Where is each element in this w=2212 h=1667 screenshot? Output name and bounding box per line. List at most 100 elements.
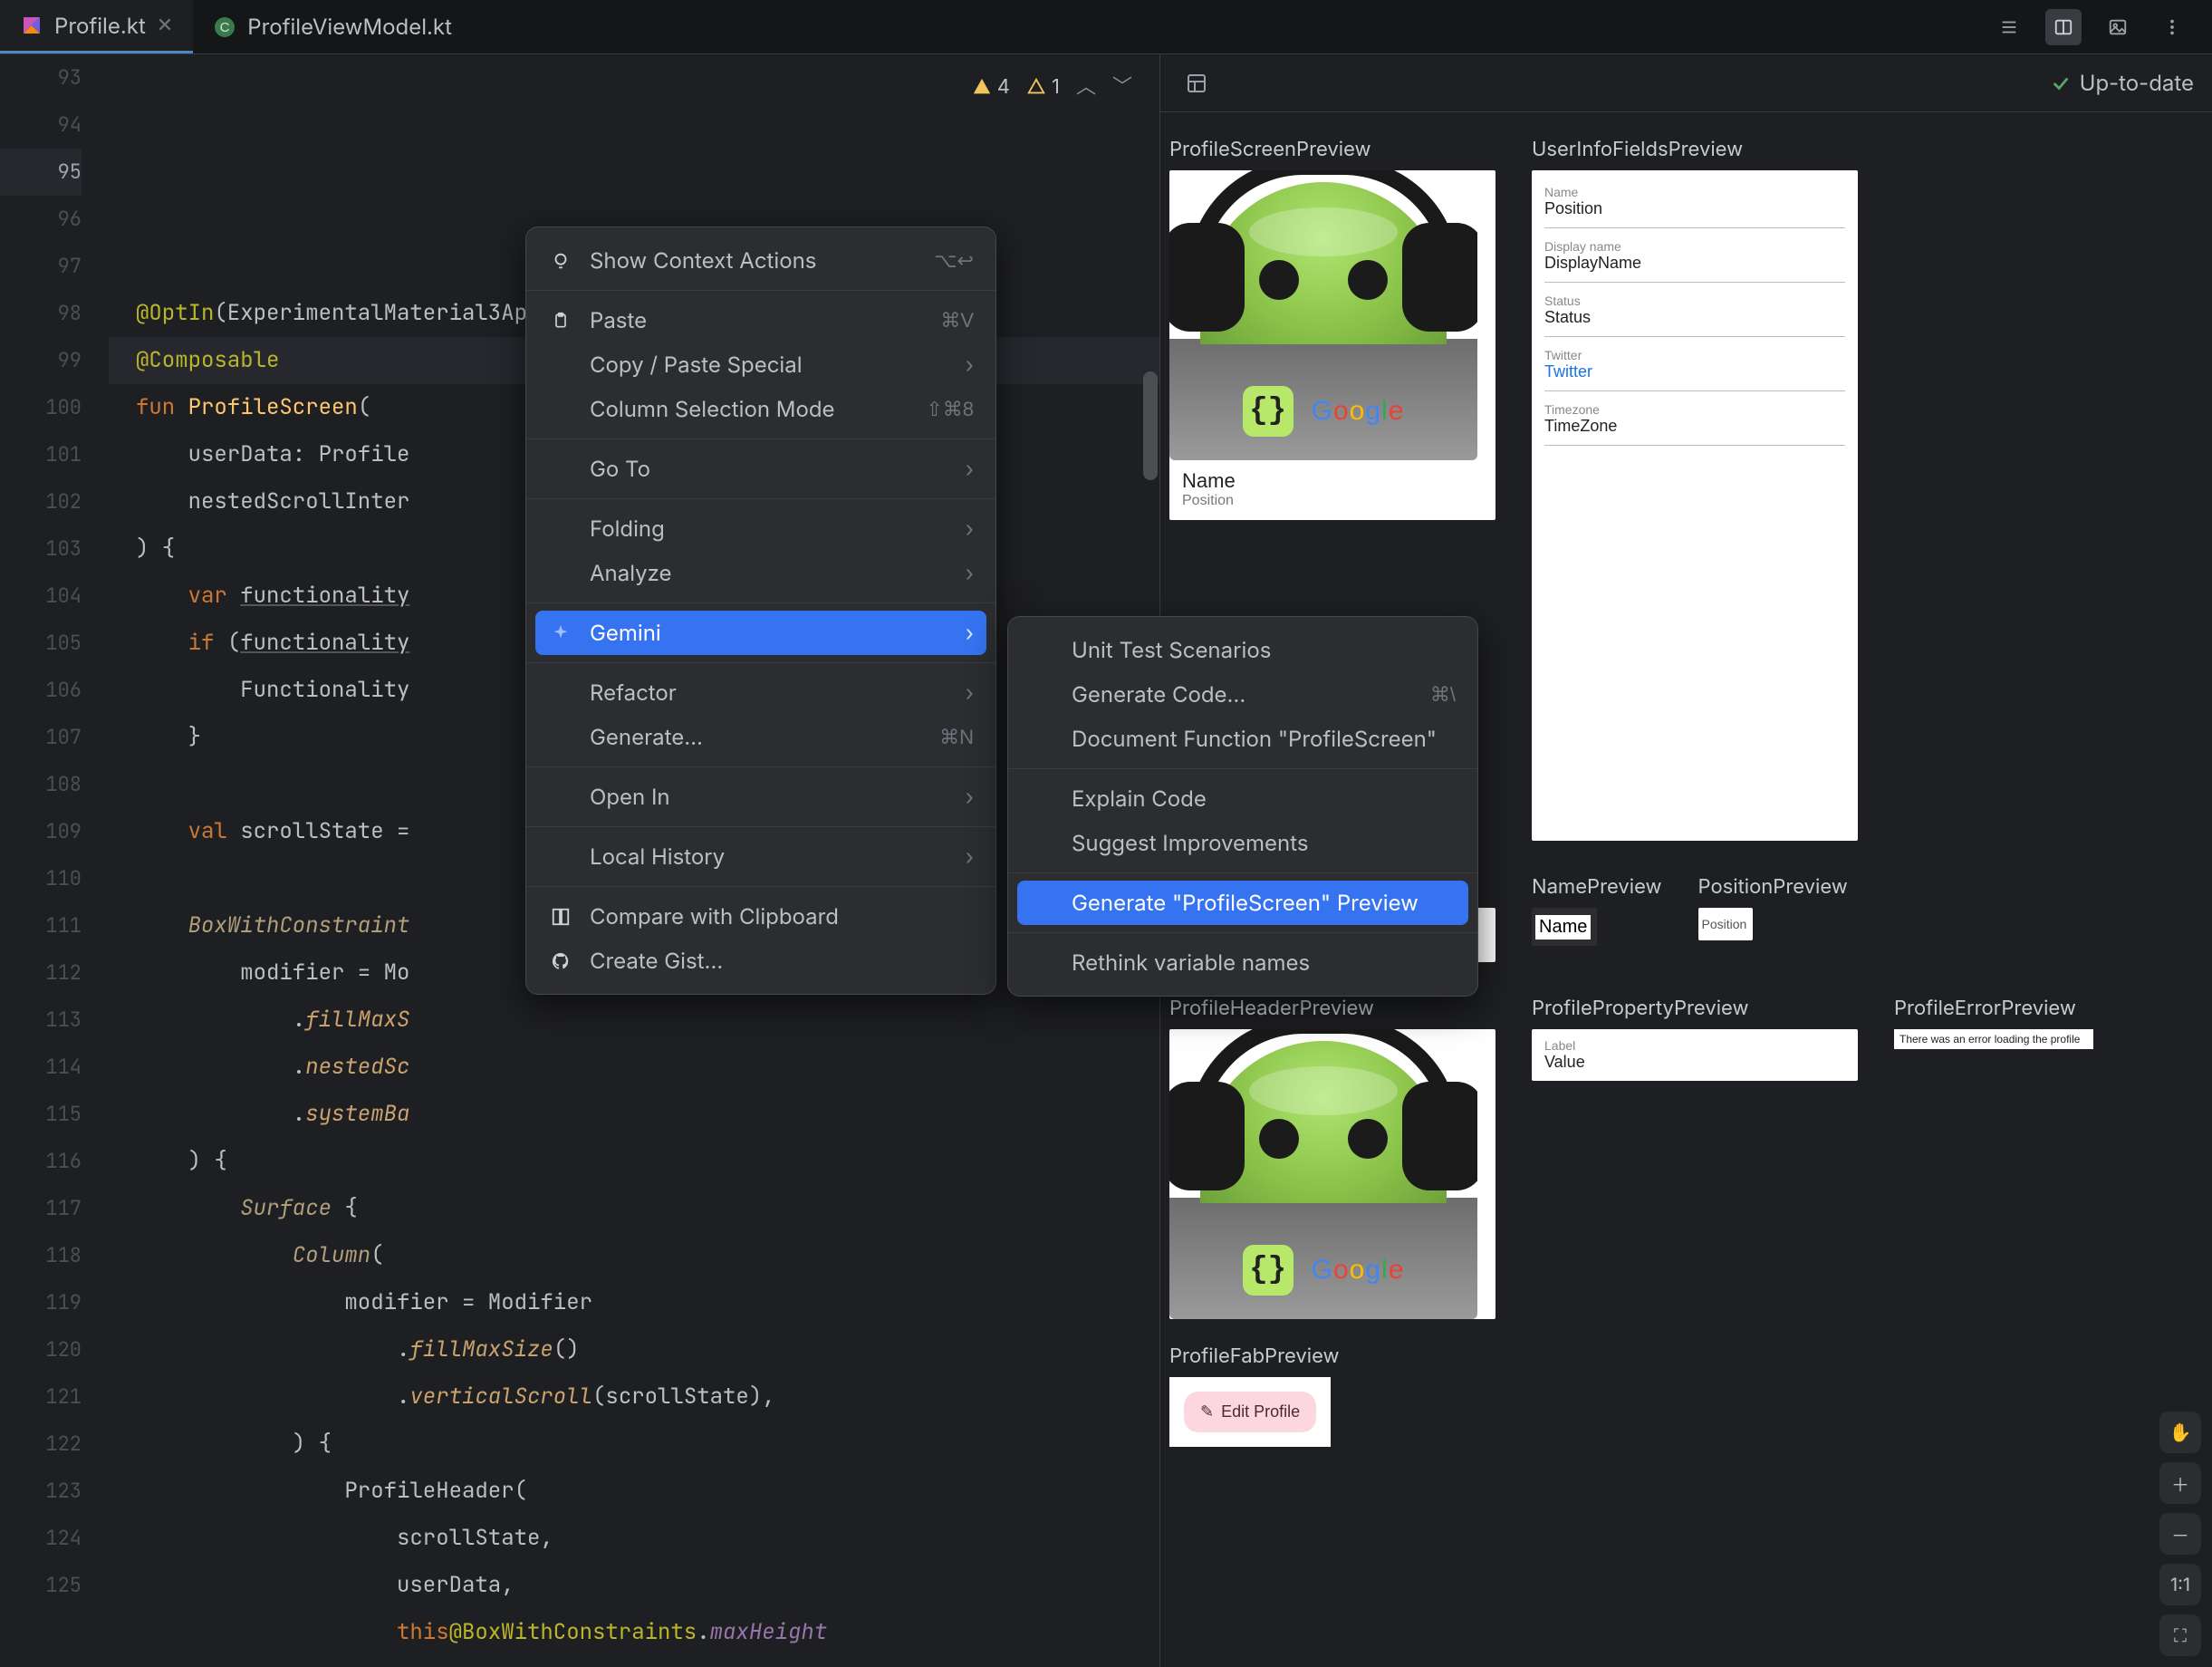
menu-item[interactable]: Generate "ProfileScreen" Preview (1017, 881, 1468, 925)
menu-item-label: Create Gist… (590, 948, 974, 974)
preview-status: Up-to-date (2051, 70, 2194, 96)
menu-item-label: Refactor (590, 679, 949, 706)
menu-item[interactable]: Copy / Paste Special› (526, 342, 995, 387)
line-number: 97 (0, 243, 82, 290)
line-number: 99 (0, 337, 82, 384)
code-line[interactable]: this@BoxWithConstraints.maxHeight (109, 1609, 1159, 1656)
code-line[interactable]: .nestedSc (109, 1044, 1159, 1091)
menu-item-label: Show Context Actions (590, 247, 918, 274)
menu-item[interactable]: Gemini › (535, 611, 986, 655)
menu-item[interactable]: Unit Test Scenarios (1008, 628, 1477, 672)
line-number: 94 (0, 101, 82, 149)
menu-item-label: Paste (590, 307, 924, 333)
zoom-out-icon[interactable]: － (2159, 1513, 2201, 1555)
code-line[interactable]: .fillMaxSize() (109, 1326, 1159, 1373)
menu-shortcut: ⌘V (940, 309, 974, 332)
menu-item-label: Rethink variable names (1072, 949, 1456, 976)
line-number: 107 (0, 714, 82, 761)
menu-item[interactable]: Folding› (526, 506, 995, 551)
code-line[interactable]: ) (109, 1656, 1159, 1667)
line-number: 116 (0, 1138, 82, 1185)
menu-item[interactable]: Explain Code (1008, 776, 1477, 821)
form-field: Display nameDisplayName (1544, 234, 1845, 283)
tab-profile-viewmodel-kt[interactable]: C ProfileViewModel.kt (193, 0, 472, 53)
preview-name: NamePreview Name (1532, 866, 1662, 962)
close-icon[interactable]: ✕ (157, 14, 173, 37)
line-number: 105 (0, 620, 82, 667)
menu-shortcut: ⌘\ (1430, 683, 1456, 707)
menu-item[interactable]: Suggest Improvements (1008, 821, 1477, 865)
code-line[interactable]: scrollState, (109, 1515, 1159, 1562)
menu-item[interactable]: Document Function "ProfileScreen" (1008, 717, 1477, 761)
braces-icon: {} (1243, 1245, 1294, 1296)
image-view-icon[interactable] (2100, 9, 2136, 45)
code-line[interactable]: modifier = Modifier (109, 1279, 1159, 1326)
list-view-icon[interactable] (1991, 9, 2027, 45)
layout-toggle-icon[interactable] (1178, 65, 1215, 101)
chevron-right-icon: › (966, 679, 974, 706)
line-number: 119 (0, 1279, 82, 1326)
menu-item[interactable]: Local History› (526, 834, 995, 879)
menu-item[interactable]: Show Context Actions⌥↩ (526, 238, 995, 283)
code-line[interactable]: ) { (109, 1138, 1159, 1185)
menu-item-label: Gemini (590, 620, 949, 646)
paste-icon (548, 311, 573, 331)
context-menu: Show Context Actions⌥↩ Paste ⌘V Copy / Past… (525, 226, 996, 995)
weak-warnings-badge[interactable]: 1 (1026, 63, 1060, 111)
code-line[interactable]: Column( (109, 1232, 1159, 1279)
prev-highlight-icon[interactable]: ︿ (1076, 63, 1096, 111)
split-view-icon[interactable] (2045, 9, 2082, 45)
code-line[interactable]: ) { (109, 1421, 1159, 1468)
code-line[interactable]: .fillMaxS (109, 997, 1159, 1044)
line-number: 121 (0, 1373, 82, 1421)
avatar: {} Google (1169, 170, 1477, 460)
code-line[interactable]: ProfileHeader( (109, 1468, 1159, 1515)
menu-item[interactable]: Analyze› (526, 551, 995, 595)
line-number: 124 (0, 1515, 82, 1562)
zoom-in-icon[interactable]: ＋ (2159, 1462, 2201, 1504)
google-logo: Google (1312, 1255, 1405, 1286)
spark-icon (548, 623, 573, 643)
more-icon[interactable] (2154, 9, 2190, 45)
line-number: 93 (0, 54, 82, 101)
menu-item[interactable]: Paste ⌘V (526, 298, 995, 342)
pan-icon[interactable]: ✋ (2159, 1412, 2201, 1453)
menu-item[interactable]: Generate Code…⌘\ (1008, 672, 1477, 717)
fit-icon[interactable]: ⛶ (2159, 1614, 2201, 1656)
code-line[interactable]: .verticalScroll(scrollState), (109, 1373, 1159, 1421)
menu-item[interactable]: Generate…⌘N (526, 715, 995, 759)
menu-item[interactable]: Refactor › (526, 670, 995, 715)
menu-item[interactable]: Column Selection Mode⇧⌘8 (526, 387, 995, 431)
code-line[interactable]: userData, (109, 1562, 1159, 1609)
context-submenu: Unit Test ScenariosGenerate Code…⌘\ Docum… (1007, 616, 1478, 997)
avatar: {} Google (1169, 1029, 1477, 1319)
zoom-ratio[interactable]: 1:1 (2159, 1564, 2201, 1605)
menu-item[interactable]: Rethink variable names (1008, 940, 1477, 985)
menu-item[interactable]: Go To› (526, 447, 995, 491)
menu-item[interactable]: Create Gist… (526, 939, 995, 983)
preview-toolbar: Up-to-date (1160, 54, 2212, 112)
editor-scrollbar[interactable] (1143, 371, 1158, 480)
code-line[interactable]: Surface { (109, 1185, 1159, 1232)
line-gutter: 9394959697989910010110210310410510610710… (0, 54, 109, 1667)
main-split: 9394959697989910010110210310410510610710… (0, 54, 2212, 1667)
google-logo: Google (1312, 396, 1405, 427)
line-number: 108 (0, 761, 82, 808)
menu-item[interactable]: Compare with Clipboard (526, 894, 995, 939)
next-highlight-icon[interactable]: ﹀ (1112, 63, 1132, 111)
form-field: TwitterTwitter (1544, 342, 1845, 391)
edit-profile-fab[interactable]: ✎ Edit Profile (1184, 1392, 1316, 1432)
line-number: 100 (0, 384, 82, 431)
menu-item[interactable]: Open In› (526, 775, 995, 819)
code-line[interactable]: .systemBa (109, 1091, 1159, 1138)
line-number: 109 (0, 808, 82, 855)
menu-item-label: Document Function "ProfileScreen" (1072, 726, 1456, 752)
menu-item-label: Go To (590, 456, 949, 482)
tab-profile-kt[interactable]: Profile.kt ✕ (0, 0, 193, 53)
line-number: 111 (0, 902, 82, 949)
preview-profile-fab: ProfileFabPreview ✎ Edit Profile (1169, 1344, 2203, 1447)
warnings-badge[interactable]: 4 (972, 63, 1010, 111)
chevron-right-icon: › (966, 620, 974, 646)
line-number: 101 (0, 431, 82, 478)
inspection-bar[interactable]: 4 1 ︿ ﹀ (972, 63, 1132, 111)
